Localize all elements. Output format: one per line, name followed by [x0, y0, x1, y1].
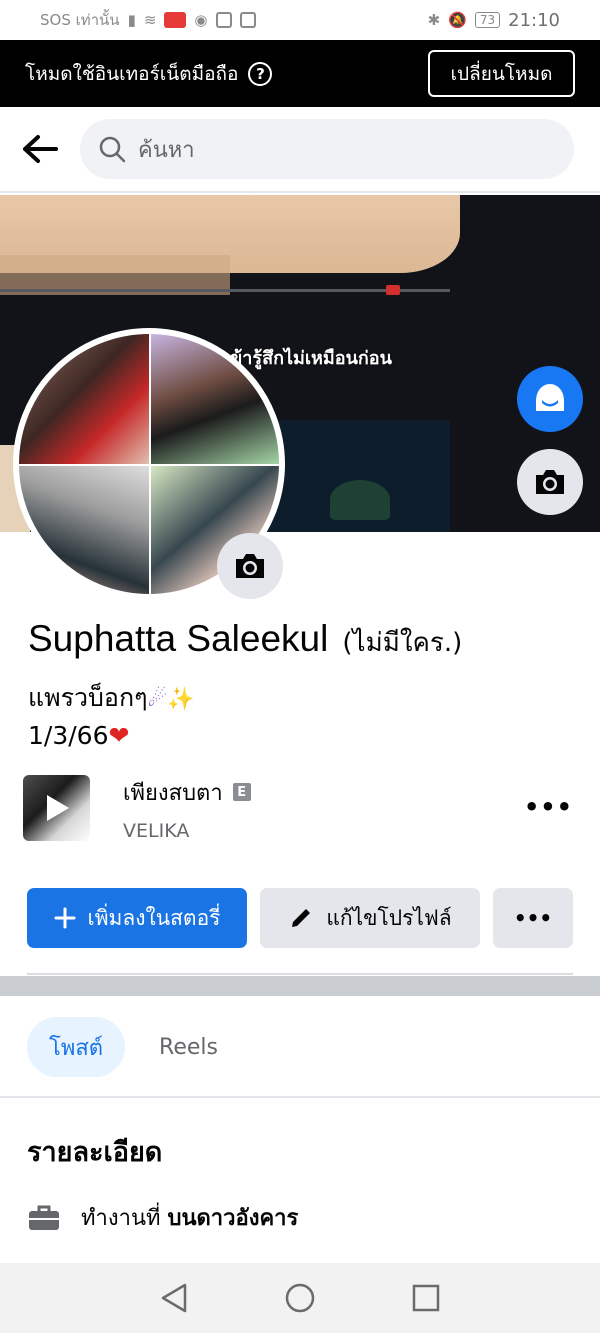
camera-icon	[236, 554, 264, 578]
tabs-divider	[0, 1096, 600, 1098]
song-title: เพียงสบตา	[123, 780, 223, 806]
nav-home-button[interactable]	[282, 1280, 318, 1316]
status-bar-left: SOS เท่านั้น ▮ ≋ ◉	[40, 8, 256, 32]
bio-line-2-text: 1/3/66	[28, 721, 109, 750]
nav-back-button[interactable]	[156, 1280, 192, 1316]
profile-picture-divider-h	[19, 464, 279, 466]
profile-picture-panel-2	[149, 334, 279, 464]
clock: 21:10	[508, 9, 560, 31]
add-to-story-label: เพิ่มลงในสตอรี่	[87, 905, 221, 930]
pencil-icon	[292, 909, 311, 927]
cover-photo-plant	[330, 480, 390, 520]
song-artist: VELIKA	[123, 819, 190, 842]
edit-profile-button[interactable]: แก้ไขโปรไฟล์	[260, 888, 480, 948]
bio-line-1-text: แพรวบ็อกๆ	[28, 683, 148, 712]
add-to-story-button[interactable]: เพิ่มลงในสตอรี่	[27, 888, 247, 948]
profile-name-row: Suphatta Saleekul (ไม่มีใคร.)	[28, 618, 462, 663]
back-button[interactable]	[20, 129, 60, 169]
switch-mode-button[interactable]: เปลี่ยนโหมด	[428, 50, 575, 97]
instagram-icon-2	[239, 12, 256, 28]
carrier-text: SOS เท่านั้น	[40, 11, 120, 29]
profile-camera-button[interactable]	[217, 533, 283, 599]
video-progress-bar	[0, 289, 450, 292]
square-recents-icon	[412, 1284, 440, 1312]
battery-indicator: 73	[474, 12, 501, 28]
system-navigation-bar	[0, 1263, 600, 1333]
profile-music[interactable]: เพียงสบตา E VELIKA •••	[23, 775, 583, 842]
back-arrow-icon	[23, 135, 58, 163]
wifi-icon: ≋	[143, 11, 157, 29]
section-divider	[27, 973, 573, 975]
details-heading: รายละเอียด	[27, 1137, 163, 1168]
plus-icon	[54, 907, 76, 929]
avatar-edit-button[interactable]	[517, 366, 583, 432]
briefcase-icon	[29, 1205, 59, 1230]
avatar-face-icon	[536, 384, 564, 411]
status-bar: SOS เท่านั้น ▮ ≋ ◉ ✱ 🔕 73 21:10	[0, 0, 600, 40]
music-info: เพียงสบตา E VELIKA	[123, 775, 251, 842]
music-thumbnail[interactable]	[23, 775, 90, 841]
bio-line-1: แพรวบ็อกๆ☄✨	[28, 680, 195, 718]
music-more-button[interactable]: •••	[524, 793, 573, 821]
triangle-back-icon	[161, 1283, 187, 1313]
bio-line-2: 1/3/66❤	[28, 718, 195, 754]
profile-tabs: โพสต์ Reels	[27, 1017, 218, 1077]
cover-camera-button[interactable]	[517, 449, 583, 515]
play-icon	[47, 795, 69, 821]
heart-emoji: ❤	[108, 721, 130, 750]
search-placeholder: ค้นหา	[138, 137, 195, 163]
profile-picture-panel-3	[19, 464, 149, 594]
explicit-badge: E	[232, 783, 251, 801]
search-icon	[99, 136, 126, 163]
comet-sparkle-emoji: ☄✨	[147, 687, 195, 712]
camera-icon	[536, 470, 564, 494]
messenger-icon: ◉	[194, 11, 208, 29]
profile-alternate-name: (ไม่มีใคร.)	[342, 628, 463, 658]
more-options-button[interactable]: •••	[493, 888, 573, 948]
data-mode-text: โหมดใช้อินเทอร์เน็ตมือถือ	[25, 62, 239, 85]
bluetooth-icon: ✱	[427, 11, 441, 29]
search-header: ค้นหา	[0, 107, 600, 193]
tab-reels[interactable]: Reels	[159, 1035, 218, 1060]
nav-recents-button[interactable]	[408, 1280, 444, 1316]
work-text: ทำงานที่ บนดาวอังคาร	[81, 1200, 298, 1235]
profile-picture-panel-1	[19, 334, 149, 464]
tab-posts[interactable]: โพสต์	[27, 1017, 126, 1077]
profile-bio: แพรวบ็อกๆ☄✨ 1/3/66❤	[28, 680, 195, 754]
instagram-icon	[215, 12, 232, 28]
data-mode-banner: โหมดใช้อินเทอร์เน็ตมือถือ ? เปลี่ยนโหมด	[0, 40, 600, 107]
detail-work: ทำงานที่ บนดาวอังคาร	[27, 1200, 298, 1235]
status-bar-right: ✱ 🔕 73 21:10	[428, 10, 560, 31]
data-mode-text-group: โหมดใช้อินเทอร์เน็ตมือถือ ?	[25, 59, 273, 89]
work-place[interactable]: บนดาวอังคาร	[168, 1206, 299, 1231]
app-notification-icon	[164, 12, 187, 28]
signal-icon: ▮	[127, 11, 136, 29]
help-icon[interactable]: ?	[248, 61, 273, 86]
edit-profile-label: แก้ไขโปรไฟล์	[326, 905, 452, 930]
profile-name: Suphatta Saleekul	[28, 618, 329, 659]
section-gap	[0, 976, 600, 996]
video-control-mark	[386, 285, 400, 295]
search-input[interactable]: ค้นหา	[80, 119, 574, 179]
circle-home-icon	[285, 1283, 315, 1313]
mute-icon: 🔕	[448, 11, 467, 29]
song-row: เพียงสบตา E	[123, 775, 251, 810]
profile-actions: เพิ่มลงในสตอรี่ แก้ไขโปรไฟล์ •••	[27, 888, 573, 948]
work-prefix: ทำงานที่	[81, 1206, 161, 1231]
